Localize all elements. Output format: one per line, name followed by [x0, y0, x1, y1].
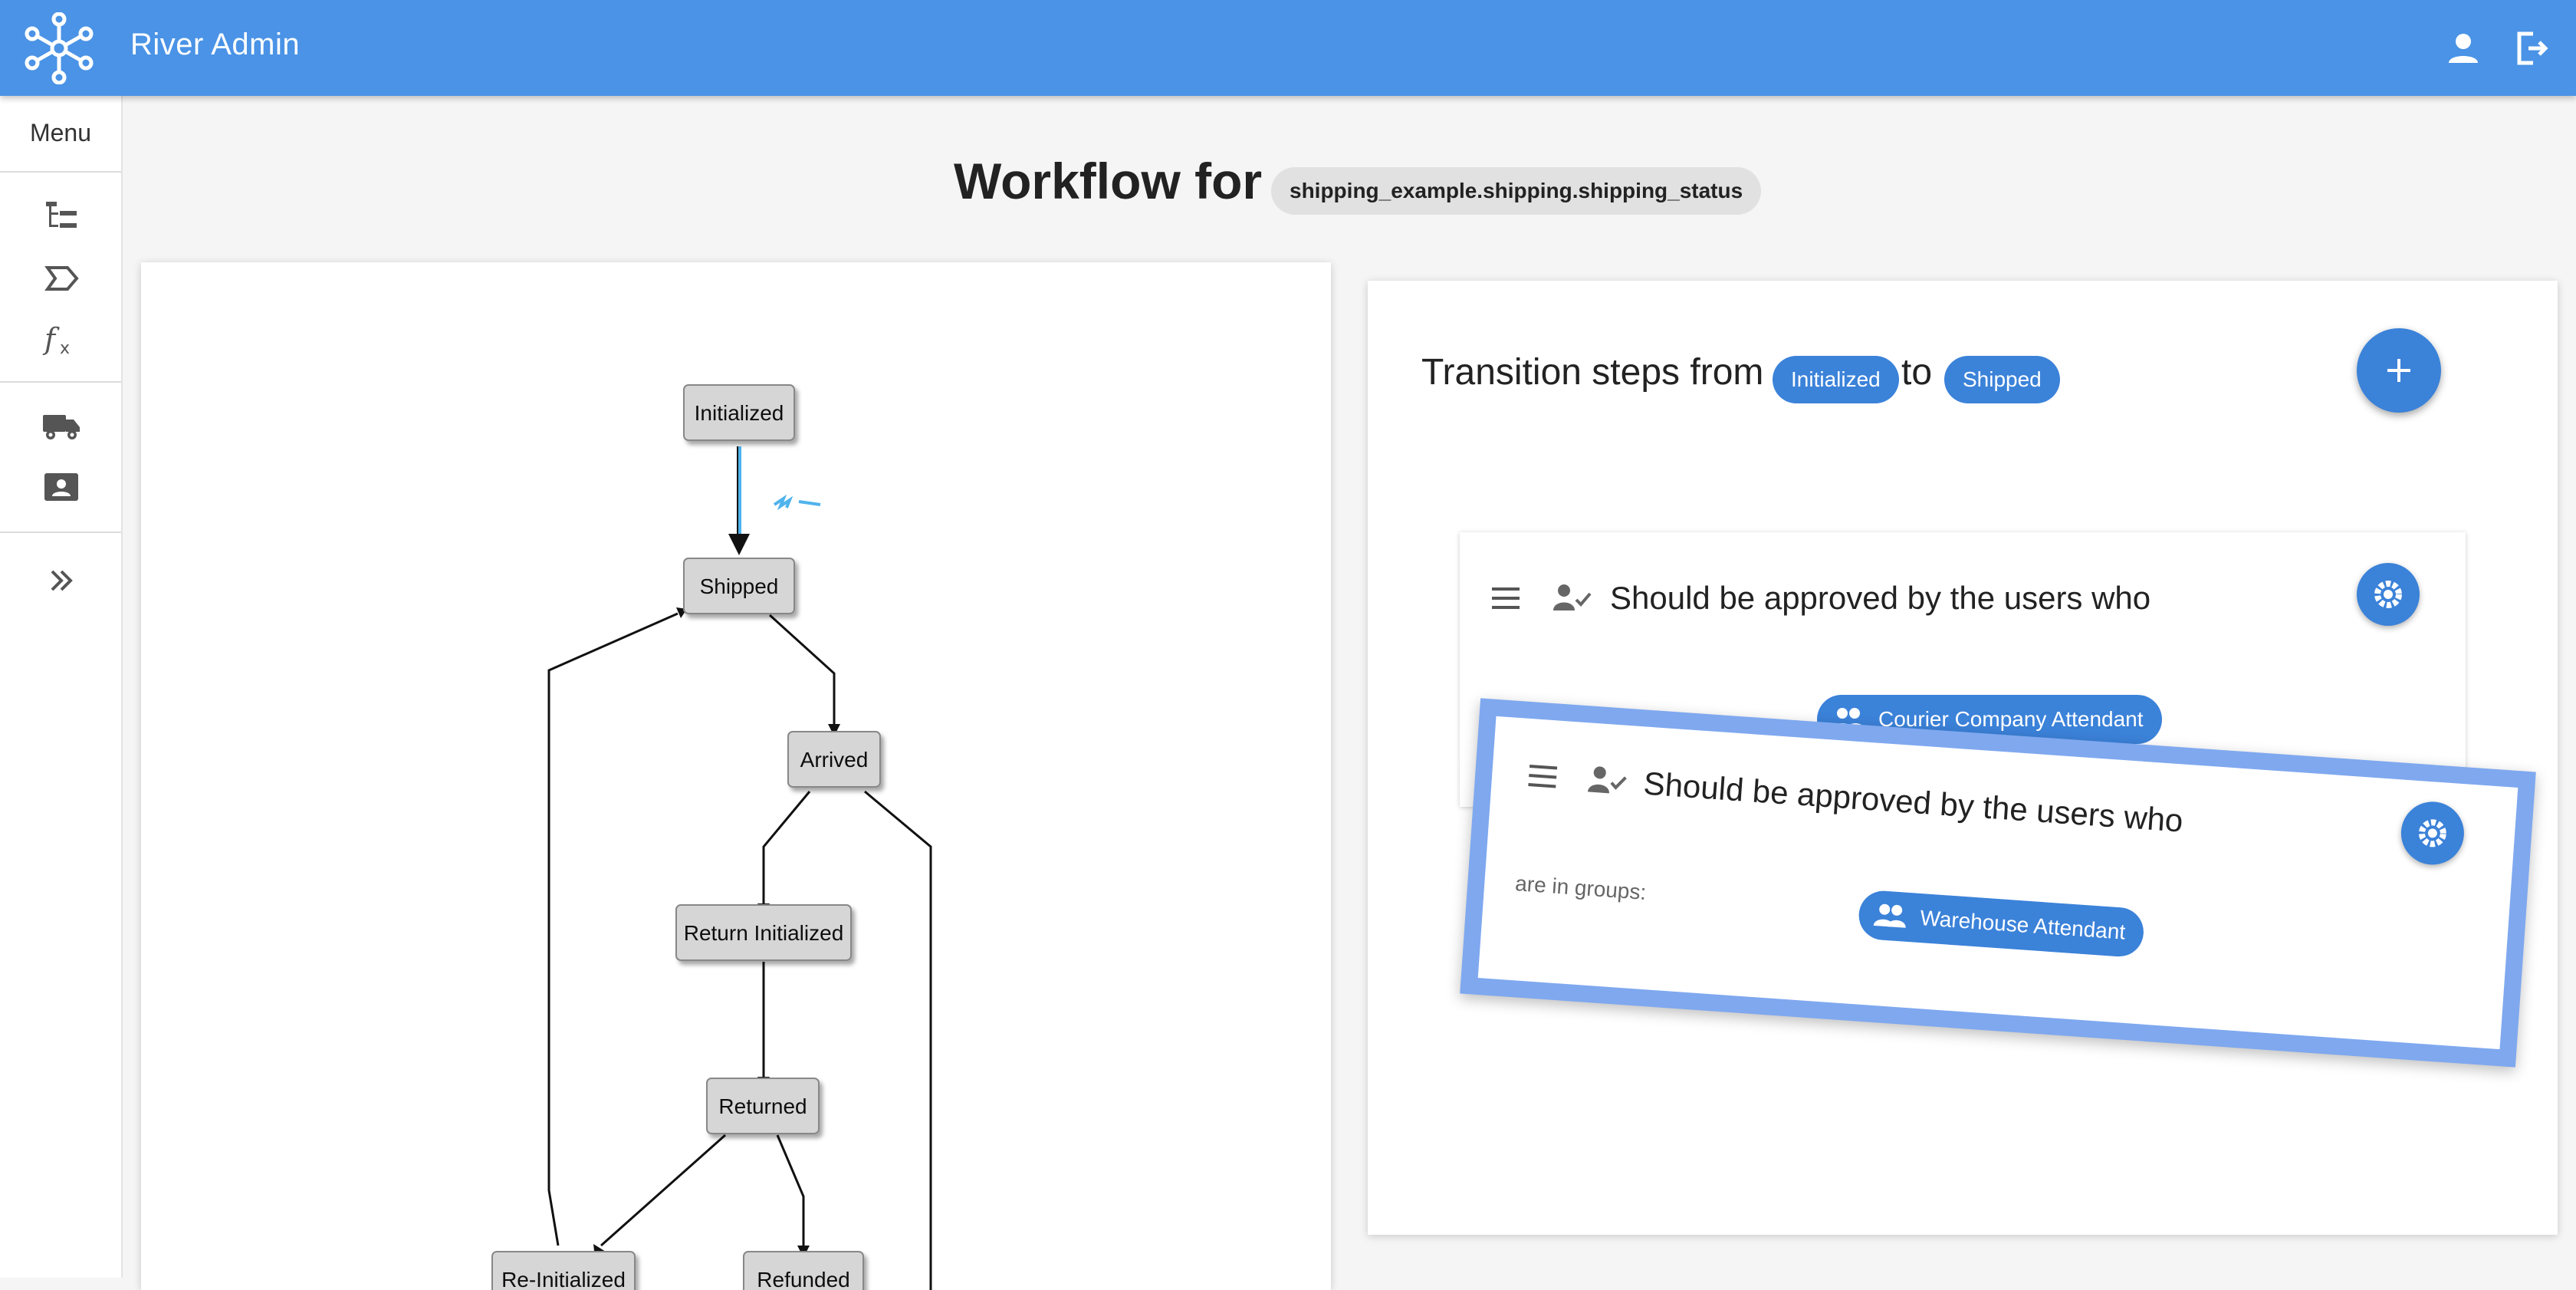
step-settings-button[interactable]: [2357, 563, 2420, 626]
edge-arrived-return-initialized[interactable]: [762, 791, 811, 903]
group-name: Courier Company Attendant: [1878, 707, 2144, 731]
state-tag-icon[interactable]: [40, 257, 83, 300]
gear-icon: [2374, 581, 2402, 608]
node-label: Shipped: [700, 574, 779, 598]
node-label: Returned: [718, 1094, 807, 1118]
page-title: Workflow for: [954, 153, 1263, 209]
group-icon: [1873, 903, 1906, 928]
gear-icon: [2418, 819, 2446, 847]
top-app-bar: River Admin: [0, 0, 2576, 96]
graph-node[interactable]: Shipped: [683, 558, 795, 614]
drag-handle-icon[interactable]: [1489, 581, 1523, 615]
approval-step-card[interactable]: Should be approved by the users who are …: [1477, 716, 2518, 1050]
sidebar-divider: [0, 171, 121, 173]
graph-node[interactable]: Arrived: [787, 731, 881, 788]
tree-structure-icon[interactable]: [40, 196, 83, 239]
step-description: Should be approved by the users who: [1610, 580, 2151, 616]
edge-shipped-arrived[interactable]: [768, 614, 836, 724]
node-label: Return Initialized: [684, 921, 844, 945]
node-label: Refunded: [757, 1268, 849, 1290]
destination-state-chip: Shipped: [1944, 356, 2060, 403]
step-settings-button[interactable]: [2399, 799, 2466, 867]
workflow-graph: Initialized Shipped Arrived Return Initi…: [491, 384, 932, 1290]
node-label: Initialized: [695, 401, 784, 425]
edge-returned-re-initialized[interactable]: [600, 1134, 726, 1247]
function-icon[interactable]: f x: [40, 318, 83, 361]
sidebar-divider: [0, 381, 121, 383]
workflow-graph-panel: Initialized Shipped Arrived Return Initi…: [141, 262, 1331, 1290]
edge-drag-handle-icon: [773, 494, 821, 511]
groups-label: are in groups:: [1514, 871, 1648, 904]
id-card-icon[interactable]: [40, 466, 83, 508]
svg-text:x: x: [60, 339, 70, 358]
graph-node[interactable]: Returned: [706, 1078, 820, 1134]
plus-icon: [2387, 359, 2410, 382]
node-label: Re-Initialized: [501, 1268, 626, 1290]
graph-node[interactable]: Re-Initialized: [491, 1251, 636, 1290]
truck-icon[interactable]: [40, 404, 83, 447]
user-check-icon: [1553, 584, 1592, 610]
svg-text:f: f: [42, 322, 60, 356]
expand-chevrons-icon[interactable]: [40, 559, 83, 602]
group-name: Warehouse Attendant: [1919, 906, 2127, 944]
graph-node[interactable]: Return Initialized: [675, 904, 852, 961]
graph-node[interactable]: Refunded: [743, 1251, 864, 1290]
step-description: Should be approved by the users who: [1642, 765, 2185, 839]
add-step-button[interactable]: [2357, 328, 2441, 413]
transition-title: Transition steps from: [1421, 352, 1764, 393]
account-icon[interactable]: [2443, 28, 2484, 69]
menu-label: Menu: [29, 119, 92, 146]
app-title[interactable]: River Admin: [130, 28, 300, 62]
source-state-chip: Initialized: [1773, 356, 1899, 403]
sidebar-divider: [0, 531, 121, 533]
edge-returned-refunded[interactable]: [776, 1134, 805, 1246]
group-chip[interactable]: Warehouse Attendant: [1857, 889, 2146, 959]
node-label: Arrived: [800, 748, 869, 772]
to-label: to: [1901, 352, 1933, 393]
network-logo-icon: [25, 12, 94, 84]
sidebar: Menu f x: [0, 96, 123, 1278]
edge-arrived-refunded[interactable]: [864, 790, 932, 1290]
graph-node[interactable]: Initialized: [683, 384, 795, 441]
drag-handle-icon[interactable]: [1525, 759, 1561, 795]
user-check-icon: [1587, 766, 1627, 794]
edge-re-initialized-shipped[interactable]: [547, 612, 678, 1246]
model-chip: shipping_example.shipping.shipping_statu…: [1271, 167, 1762, 215]
edge-initialized-shipped[interactable]: [728, 446, 821, 555]
logout-icon[interactable]: [2510, 28, 2551, 69]
